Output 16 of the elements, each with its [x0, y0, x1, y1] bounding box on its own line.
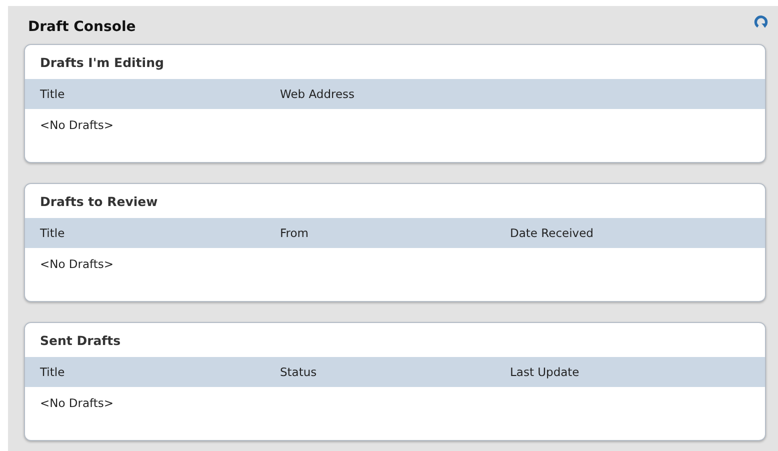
panel-title: Drafts to Review — [40, 194, 158, 208]
empty-message: <No Drafts> — [40, 118, 114, 132]
panel-title: Drafts I'm Editing — [40, 54, 164, 70]
column-header: Last Update — [510, 365, 580, 379]
empty-message: <No Drafts> — [40, 396, 114, 410]
column-header: Web Address — [280, 87, 356, 101]
panel-title: Sent Drafts — [40, 332, 121, 348]
column-header: Title — [40, 87, 66, 101]
refresh-icon[interactable] — [754, 14, 768, 28]
empty-message: <No Drafts> — [40, 257, 114, 271]
column-header: Title — [40, 226, 66, 240]
column-header: Title — [40, 365, 66, 379]
column-header: From — [280, 226, 310, 240]
console-title: Draft Console — [28, 19, 136, 35]
column-header: Status — [280, 365, 318, 379]
column-header: Date Received — [510, 226, 594, 240]
